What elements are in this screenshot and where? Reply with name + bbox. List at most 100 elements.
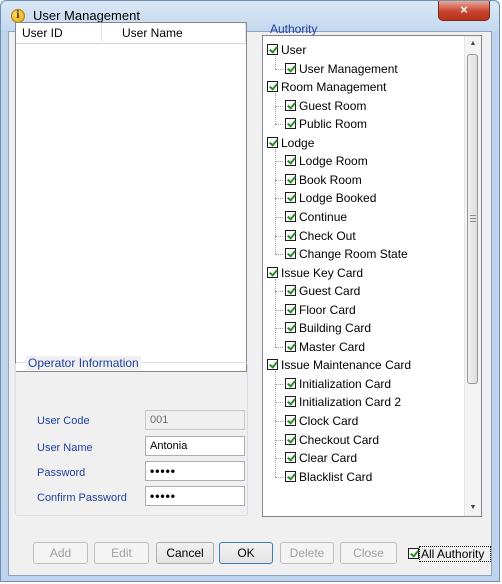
user-code-field[interactable]: 001	[145, 410, 245, 430]
password-field[interactable]: •••••	[145, 461, 245, 481]
tree-connector	[275, 198, 283, 200]
tree-item[interactable]: Blacklist Card	[285, 468, 372, 486]
checkbox-icon[interactable]	[267, 81, 278, 93]
tree-item[interactable]: Building Card	[285, 319, 371, 337]
confirm-password-label: Confirm Password	[37, 492, 127, 504]
checkbox-icon[interactable]	[285, 210, 296, 222]
tree-item[interactable]: Master Card	[285, 338, 365, 356]
tree-item-label: Lodge Booked	[299, 191, 377, 206]
checkbox-icon[interactable]	[285, 62, 296, 74]
tree-item[interactable]: Guest Card	[285, 282, 360, 300]
tree-item[interactable]: Lodge Room	[285, 152, 368, 170]
tree-item-label: Change Room State	[299, 247, 408, 262]
checkbox-icon[interactable]	[285, 322, 296, 334]
tree-item[interactable]: Room Management	[267, 78, 386, 96]
checkbox-icon[interactable]	[285, 303, 296, 315]
confirm-password-field[interactable]: •••••	[145, 486, 245, 506]
tree-connector	[275, 291, 283, 293]
tree-item[interactable]: Issue Key Card	[267, 264, 363, 282]
tree-item[interactable]: Checkout Card	[285, 431, 379, 449]
tree-item[interactable]: User	[267, 41, 306, 59]
all-authority-label: All Authority	[421, 547, 485, 561]
checkbox-icon[interactable]	[285, 285, 296, 297]
user-list[interactable]: User ID User Name	[15, 22, 247, 372]
tree-connector	[275, 278, 276, 347]
operator-info-title: Operator Information	[26, 356, 141, 370]
tree-item-label: Initialization Card 2	[299, 395, 402, 410]
checkbox-icon[interactable]	[285, 192, 296, 204]
tree-item[interactable]: Change Room State	[285, 245, 408, 263]
checkbox-icon[interactable]	[267, 136, 278, 148]
tree-item-label: Check Out	[299, 228, 356, 243]
user-name-label: User Name	[37, 442, 93, 454]
ok-button[interactable]: OK	[219, 542, 273, 564]
tree-item[interactable]: Guest Room	[285, 97, 366, 115]
all-authority-check-icon[interactable]	[408, 548, 419, 559]
add-button[interactable]: Add	[33, 542, 88, 564]
tree-item[interactable]: Floor Card	[285, 301, 356, 319]
tree-connector	[275, 254, 283, 256]
tree-scrollbar[interactable]: ▲ ▼	[464, 36, 481, 516]
tree-connector	[275, 421, 283, 422]
tree-item-label: Guest Card	[299, 284, 361, 299]
checkbox-icon[interactable]	[285, 452, 296, 464]
checkbox-icon[interactable]	[285, 377, 296, 389]
delete-button[interactable]: Delete	[280, 542, 334, 564]
checkbox-icon[interactable]	[285, 415, 296, 426]
tree-item[interactable]: Lodge Booked	[285, 189, 376, 207]
edit-button[interactable]: Edit	[94, 542, 149, 564]
tree-connector	[275, 216, 283, 218]
cancel-button[interactable]: Cancel	[156, 542, 214, 564]
checkbox-icon[interactable]	[285, 99, 296, 111]
tree-item[interactable]: Initialization Card	[285, 375, 391, 393]
tree-item[interactable]: Public Room	[285, 115, 367, 133]
column-user-name[interactable]: User Name	[102, 23, 246, 42]
tree-item[interactable]: Book Room	[285, 171, 362, 189]
scroll-down-icon[interactable]: ▼	[465, 500, 481, 516]
tree-item[interactable]: User Management	[285, 60, 398, 78]
close-button[interactable]: Close	[340, 542, 397, 564]
tree-item[interactable]: Clear Card	[285, 449, 357, 467]
checkbox-icon[interactable]	[285, 229, 296, 241]
tree-item-label: Checkout Card	[299, 432, 380, 447]
tree-item-label: Clock Card	[299, 414, 359, 428]
tree-connector	[275, 346, 283, 348]
scroll-thumb[interactable]	[467, 54, 478, 384]
tree-item-label: Floor Card	[299, 302, 356, 317]
user-name-field[interactable]: Antonia	[145, 436, 245, 456]
checkbox-icon[interactable]	[285, 173, 296, 185]
user-code-label: User Code	[37, 415, 90, 427]
tree-item[interactable]: Continue	[285, 208, 347, 226]
checkbox-icon[interactable]	[285, 396, 296, 408]
tree-connector	[275, 179, 283, 181]
tree-item-label: User Management	[299, 61, 398, 76]
close-window-button[interactable]: ×	[438, 1, 490, 21]
scroll-up-icon[interactable]: ▲	[465, 36, 481, 52]
tree-item[interactable]: Initialization Card 2	[285, 393, 401, 411]
checkbox-icon[interactable]	[267, 359, 278, 371]
checkbox-icon[interactable]	[285, 248, 296, 260]
authority-tree[interactable]: ▲ ▼ User User Management Room Management Gu…	[262, 35, 482, 517]
checkbox-icon[interactable]	[285, 155, 296, 167]
tree-item-label: Book Room	[299, 172, 362, 187]
checkbox-icon[interactable]	[267, 266, 278, 278]
tree-item-label: Lodge	[281, 135, 315, 150]
checkbox-icon[interactable]	[267, 44, 278, 55]
column-user-id[interactable]: User ID	[16, 23, 102, 42]
tree-connector	[275, 309, 283, 311]
tree-connector	[275, 148, 276, 255]
tree-connector	[275, 383, 283, 385]
tree-item[interactable]: Clock Card	[285, 412, 358, 430]
checkbox-icon[interactable]	[285, 118, 296, 130]
all-authority-checkbox[interactable]: All Authority	[405, 545, 493, 563]
checkbox-icon[interactable]	[285, 470, 296, 482]
tree-item-label: Building Card	[299, 321, 372, 336]
tree-item[interactable]: Issue Maintenance Card	[267, 356, 411, 374]
info-icon: i	[11, 9, 25, 23]
checkbox-icon[interactable]	[285, 340, 296, 352]
tree-item-label: Clear Card	[299, 451, 358, 466]
checkbox-icon[interactable]	[285, 433, 296, 445]
tree-item[interactable]: Check Out	[285, 227, 356, 245]
tree-connector	[275, 235, 283, 237]
tree-item-label: Master Card	[299, 339, 366, 354]
